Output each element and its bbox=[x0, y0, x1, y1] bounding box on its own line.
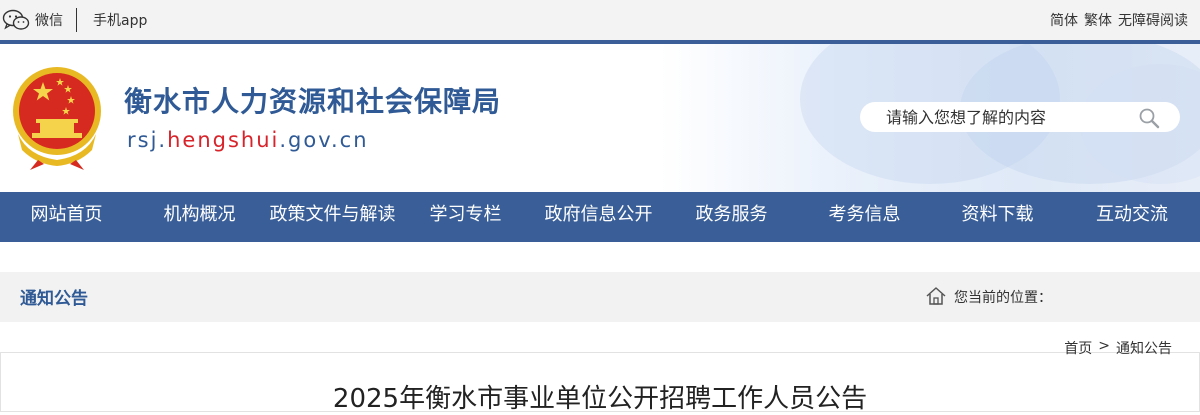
breadcrumb-separator: > bbox=[1098, 338, 1110, 354]
current-location-label: 您当前的位置： bbox=[954, 290, 1052, 306]
nav-item-home[interactable]: 网站首页 bbox=[0, 192, 133, 242]
accessibility-reading-link[interactable]: 无障碍阅读 bbox=[1118, 10, 1188, 30]
mobile-app-link[interactable]: 手机app bbox=[93, 10, 147, 30]
wechat-link[interactable]: 微信 bbox=[35, 10, 63, 30]
main-nav: 网站首页 机构概况 政策文件与解读 学习专栏 政府信息公开 政务服务 考务信息 … bbox=[0, 192, 1200, 242]
topbar-right-links: 简体 繁体 无障碍阅读 bbox=[1050, 10, 1188, 30]
site-header: 衡水市人力资源和社会保障局 rsj.hengshui.gov.cn bbox=[0, 40, 1200, 192]
search-icon[interactable] bbox=[1138, 107, 1160, 129]
breadcrumb-current-link[interactable]: 通知公告 bbox=[1116, 338, 1172, 358]
url-highlight: hengshui bbox=[167, 128, 280, 152]
topbar-divider bbox=[76, 8, 77, 32]
home-icon bbox=[926, 287, 946, 305]
search-box bbox=[860, 102, 1180, 132]
traditional-chinese-link[interactable]: 繁体 bbox=[1084, 10, 1112, 30]
article-title: 2025年衡水市事业单位公开招聘工作人员公告 bbox=[332, 384, 868, 414]
nav-item-downloads[interactable]: 资料下载 bbox=[931, 192, 1064, 242]
nav-item-policy-documents[interactable]: 政策文件与解读 bbox=[266, 192, 399, 242]
wechat-icon[interactable] bbox=[2, 8, 30, 32]
url-prefix: rsj. bbox=[127, 128, 168, 152]
url-suffix: .gov.cn bbox=[279, 128, 369, 152]
nav-item-interaction[interactable]: 互动交流 bbox=[1064, 192, 1200, 242]
top-bar: 微信 手机app 简体 繁体 无障碍阅读 bbox=[0, 0, 1200, 40]
search-input[interactable] bbox=[886, 106, 1136, 128]
location-bar: 通知公告 您当前的位置： bbox=[0, 272, 1200, 322]
site-url: rsj.hengshui.gov.cn bbox=[127, 128, 369, 152]
nav-item-study-column[interactable]: 学习专栏 bbox=[399, 192, 532, 242]
simplified-chinese-link[interactable]: 简体 bbox=[1050, 10, 1078, 30]
site-title: 衡水市人力资源和社会保障局 bbox=[124, 85, 502, 118]
breadcrumb-home-link[interactable]: 首页 bbox=[1064, 338, 1092, 358]
nav-item-gov-info-disclosure[interactable]: 政府信息公开 bbox=[532, 192, 665, 242]
nav-item-gov-services[interactable]: 政务服务 bbox=[665, 192, 798, 242]
national-emblem-logo[interactable] bbox=[8, 64, 106, 170]
breadcrumb: 首页 > 通知公告 bbox=[1064, 338, 1172, 358]
nav-item-organization[interactable]: 机构概况 bbox=[133, 192, 266, 242]
nav-item-exam-info[interactable]: 考务信息 bbox=[798, 192, 931, 242]
section-title: 通知公告 bbox=[20, 289, 88, 309]
